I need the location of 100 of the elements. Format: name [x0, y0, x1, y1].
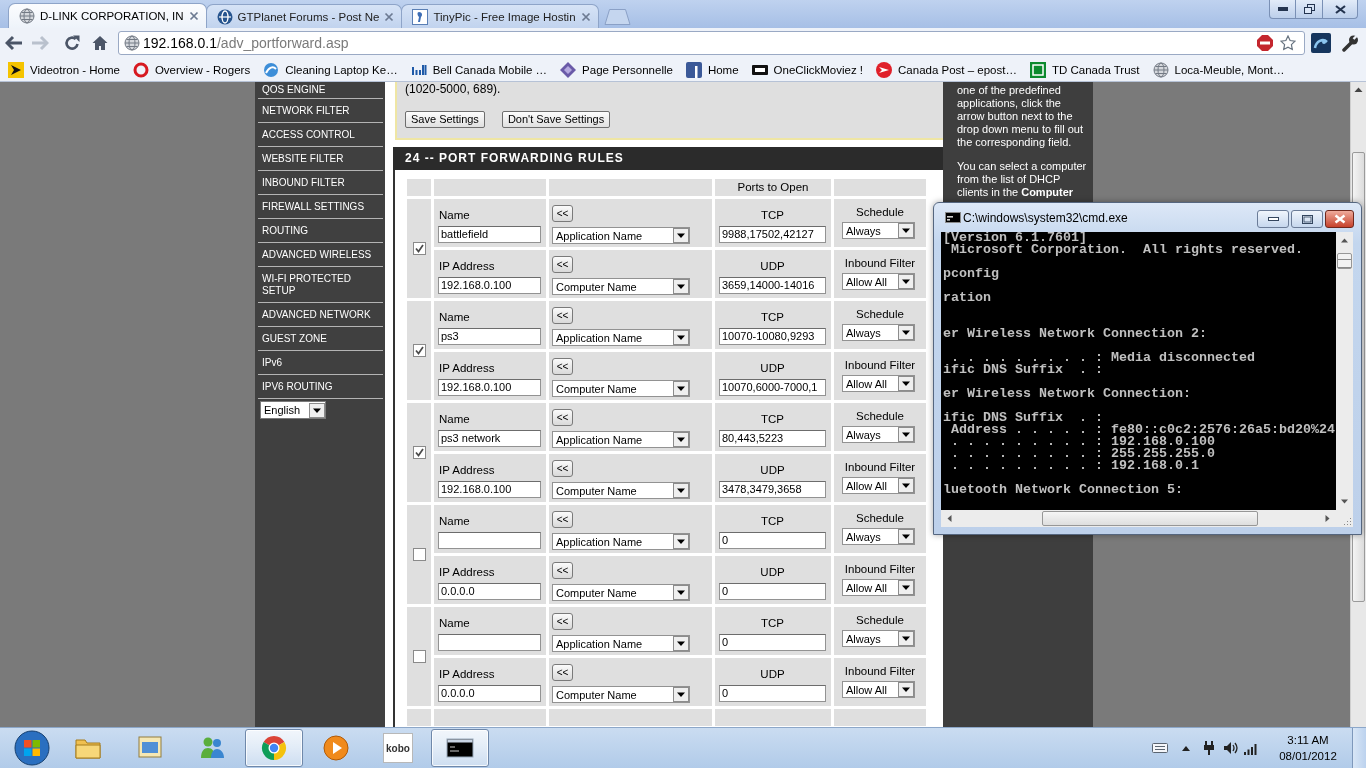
- fill-button[interactable]: <<: [552, 358, 573, 375]
- checkbox[interactable]: [412, 548, 426, 561]
- tcp-ports-field[interactable]: 80,443,5223: [719, 430, 826, 447]
- inbound-filter-dropdown[interactable]: Allow All: [842, 375, 915, 392]
- start-button[interactable]: [12, 729, 52, 767]
- speaker-icon[interactable]: [1223, 740, 1239, 756]
- close-icon[interactable]: [384, 11, 395, 22]
- sidebar-item[interactable]: ROUTING: [258, 219, 383, 243]
- fill-button[interactable]: <<: [552, 460, 573, 477]
- language-dropdown[interactable]: English: [260, 401, 326, 419]
- bookmark[interactable]: Loca-Meuble, Mont…: [1152, 61, 1285, 78]
- schedule-dropdown[interactable]: Always: [842, 426, 915, 443]
- application-name-dropdown[interactable]: Application Name: [552, 431, 690, 448]
- bookmark[interactable]: Cleaning Laptop Ke…: [263, 61, 398, 78]
- udp-ports-field[interactable]: 3659,14000-14016: [719, 277, 826, 294]
- browser-tab[interactable]: D-LINK CORPORATION, IN: [8, 3, 207, 28]
- inbound-filter-dropdown[interactable]: Allow All: [842, 681, 915, 698]
- udp-ports-field[interactable]: 0: [719, 685, 826, 702]
- save-settings-button[interactable]: Save Settings: [405, 111, 485, 128]
- tcp-ports-field[interactable]: 10070-10080,9293: [719, 328, 826, 345]
- scrollbar-thumb[interactable]: [1337, 253, 1352, 269]
- sidebar-item[interactable]: IPv6: [258, 351, 383, 375]
- fill-button[interactable]: <<: [552, 613, 573, 630]
- sidebar-item[interactable]: FIREWALL SETTINGS: [258, 195, 383, 219]
- bookmark[interactable]: Home: [685, 61, 739, 78]
- bookmark[interactable]: TD Canada Trust: [1029, 61, 1140, 78]
- fill-button[interactable]: <<: [552, 562, 573, 579]
- name-field[interactable]: [438, 532, 541, 549]
- fill-button[interactable]: <<: [552, 205, 573, 222]
- ip-address-field[interactable]: 192.168.0.100: [438, 277, 541, 294]
- inbound-filter-dropdown[interactable]: Allow All: [842, 273, 915, 290]
- name-field[interactable]: ps3 network: [438, 430, 541, 447]
- sidebar-item[interactable]: WEBSITE FILTER: [258, 147, 383, 171]
- schedule-dropdown[interactable]: Always: [842, 630, 915, 647]
- sidebar-item[interactable]: QOS ENGINE: [258, 82, 383, 99]
- taskbar-button[interactable]: [431, 729, 489, 767]
- bookmark[interactable]: Overview - Rogers: [132, 61, 251, 78]
- close-button[interactable]: [1325, 210, 1354, 228]
- sidebar-item[interactable]: WI-FI PROTECTED SETUP: [258, 267, 383, 303]
- checkbox[interactable]: [412, 242, 426, 255]
- checkbox[interactable]: [412, 650, 426, 663]
- star-icon[interactable]: [1280, 35, 1296, 51]
- restore-button[interactable]: [1296, 0, 1323, 19]
- schedule-dropdown[interactable]: Always: [842, 324, 915, 341]
- tcp-ports-field[interactable]: 9988,17502,42127: [719, 226, 826, 243]
- fill-button[interactable]: <<: [552, 256, 573, 273]
- ip-address-field[interactable]: 0.0.0.0: [438, 685, 541, 702]
- maximize-button[interactable]: [1291, 210, 1323, 228]
- name-field[interactable]: ps3: [438, 328, 541, 345]
- sidebar-item[interactable]: INBOUND FILTER: [258, 171, 383, 195]
- bookmark[interactable]: OneClickMoviez !: [751, 61, 864, 78]
- tcp-ports-field[interactable]: 0: [719, 532, 826, 549]
- udp-ports-field[interactable]: 0: [719, 583, 826, 600]
- application-name-dropdown[interactable]: Application Name: [552, 329, 690, 346]
- udp-ports-field[interactable]: 10070,6000-7000,1: [719, 379, 826, 396]
- checkbox[interactable]: [412, 344, 426, 357]
- address-field[interactable]: 192.168.0.1/adv_portforward.asp: [118, 31, 1305, 55]
- bookmark[interactable]: Canada Post – epost…: [876, 61, 1017, 78]
- ip-address-field[interactable]: 192.168.0.100: [438, 379, 541, 396]
- sidebar-item[interactable]: ADVANCED WIRELESS: [258, 243, 383, 267]
- schedule-dropdown[interactable]: Always: [842, 528, 915, 545]
- dont-save-settings-button[interactable]: Don't Save Settings: [501, 111, 611, 128]
- computer-name-dropdown[interactable]: Computer Name: [552, 482, 690, 499]
- application-name-dropdown[interactable]: Application Name: [552, 635, 690, 652]
- fill-button[interactable]: <<: [552, 307, 573, 324]
- sidebar-item[interactable]: GUEST ZONE: [258, 327, 383, 351]
- fill-button[interactable]: <<: [552, 511, 573, 528]
- close-icon[interactable]: [580, 11, 591, 22]
- name-field[interactable]: battlefield: [438, 226, 541, 243]
- scrollbar-thumb[interactable]: [1042, 511, 1258, 526]
- ip-address-field[interactable]: 0.0.0.0: [438, 583, 541, 600]
- bookmark[interactable]: Page Personnelle: [560, 61, 673, 78]
- minimize-button[interactable]: [1269, 0, 1296, 19]
- bookmark[interactable]: Videotron - Home: [8, 61, 120, 78]
- sidebar-item[interactable]: ADVANCED NETWORK: [258, 303, 383, 327]
- udp-ports-field[interactable]: 3478,3479,3658: [719, 481, 826, 498]
- fill-button[interactable]: <<: [552, 664, 573, 681]
- wrench-icon[interactable]: [1341, 34, 1359, 52]
- signal-bars-icon[interactable]: [1243, 741, 1259, 755]
- application-name-dropdown[interactable]: Application Name: [552, 227, 690, 244]
- caret-icon[interactable]: [1182, 745, 1190, 751]
- sidebar-item[interactable]: IPV6 ROUTING: [258, 375, 383, 399]
- browser-tab[interactable]: TinyPic - Free Image Hostin: [401, 4, 599, 28]
- inbound-filter-dropdown[interactable]: Allow All: [842, 579, 915, 596]
- computer-name-dropdown[interactable]: Computer Name: [552, 686, 690, 703]
- close-button[interactable]: [1323, 0, 1358, 19]
- ip-address-field[interactable]: 192.168.0.100: [438, 481, 541, 498]
- inbound-filter-dropdown[interactable]: Allow All: [842, 477, 915, 494]
- computer-name-dropdown[interactable]: Computer Name: [552, 584, 690, 601]
- sidebar-item[interactable]: NETWORK FILTER: [258, 99, 383, 123]
- keyboard-icon[interactable]: [1152, 742, 1168, 754]
- browser-tab[interactable]: GTPlanet Forums - Post Ne: [205, 4, 403, 28]
- stop-sign-icon[interactable]: [1257, 35, 1273, 51]
- schedule-dropdown[interactable]: Always: [842, 222, 915, 239]
- sidebar-item[interactable]: ACCESS CONTROL: [258, 123, 383, 147]
- plug-icon[interactable]: [1202, 740, 1216, 756]
- name-field[interactable]: [438, 634, 541, 651]
- checkbox[interactable]: [412, 446, 426, 459]
- computer-name-dropdown[interactable]: Computer Name: [552, 380, 690, 397]
- minimize-button[interactable]: [1257, 210, 1289, 228]
